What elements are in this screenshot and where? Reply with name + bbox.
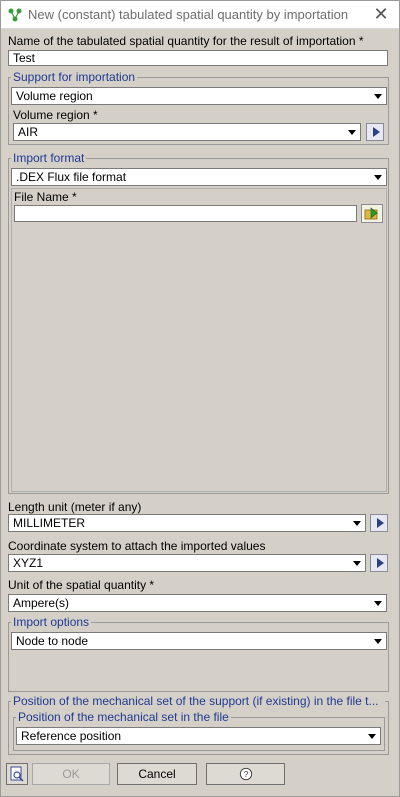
length-unit-edit-button[interactable]	[370, 514, 388, 532]
help-button[interactable]: ?	[206, 763, 285, 785]
play-arrow-icon	[377, 558, 384, 568]
chevron-down-icon	[374, 94, 382, 99]
file-name-label: File Name *	[14, 190, 77, 204]
length-unit-label: Length unit (meter if any)	[8, 500, 142, 514]
chevron-down-icon	[374, 601, 382, 606]
preview-button[interactable]	[6, 763, 28, 785]
browse-file-button[interactable]	[361, 204, 383, 223]
chevron-down-icon	[374, 639, 382, 644]
play-arrow-icon	[377, 518, 384, 528]
mechanical-position-title: Position of the mechanical set of the su…	[11, 694, 385, 708]
chevron-down-icon	[353, 561, 361, 566]
volume-region-value: AIR	[18, 125, 39, 139]
open-file-icon	[364, 207, 378, 220]
ok-button[interactable]: OK	[32, 763, 110, 785]
mechanical-position-value: Reference position	[21, 729, 122, 743]
name-label: Name of the tabulated spatial quantity f…	[8, 34, 364, 48]
spatial-unit-value: Ampere(s)	[13, 596, 70, 610]
play-arrow-icon	[373, 127, 380, 137]
close-icon[interactable]: ✕	[371, 4, 391, 24]
help-icon: ?	[239, 767, 252, 781]
import-dialog: New (constant) tabulated spatial quantit…	[0, 0, 400, 797]
svg-text:?: ?	[243, 770, 248, 779]
chevron-down-icon	[368, 734, 376, 739]
coordinate-system-select[interactable]: XYZ1	[8, 554, 366, 572]
chevron-down-icon	[374, 175, 382, 180]
import-options-select[interactable]: Node to node	[11, 632, 387, 650]
import-format-value: .DEX Flux file format	[16, 170, 127, 184]
cancel-button[interactable]: Cancel	[117, 763, 197, 785]
title-bar: New (constant) tabulated spatial quantit…	[1, 1, 399, 29]
coordinate-system-edit-button[interactable]	[370, 554, 388, 572]
file-name-panel	[11, 188, 387, 492]
spatial-unit-select[interactable]: Ampere(s)	[8, 594, 387, 612]
coordinate-system-value: XYZ1	[13, 556, 44, 570]
window-title: New (constant) tabulated spatial quantit…	[28, 7, 349, 22]
chevron-down-icon	[348, 130, 356, 135]
length-unit-select[interactable]: MILLIMETER	[8, 514, 366, 532]
name-input[interactable]: Test	[8, 50, 388, 66]
support-type-value: Volume region	[16, 89, 93, 103]
length-unit-value: MILLIMETER	[13, 516, 86, 530]
volume-region-label: Volume region *	[13, 108, 98, 122]
preview-icon	[10, 766, 24, 782]
import-format-title: Import format	[11, 151, 87, 165]
mechanical-position-select[interactable]: Reference position	[16, 727, 381, 745]
volume-region-edit-button[interactable]	[366, 123, 384, 141]
support-group-title: Support for importation	[11, 70, 138, 84]
network-nodes-icon	[8, 8, 22, 22]
volume-region-select[interactable]: AIR	[13, 123, 361, 141]
import-format-select[interactable]: .DEX Flux file format	[11, 168, 387, 186]
mechanical-set-title: Position of the mechanical set in the fi…	[16, 710, 231, 724]
import-options-title: Import options	[11, 615, 92, 629]
spatial-unit-label: Unit of the spatial quantity *	[8, 578, 155, 592]
import-options-value: Node to node	[16, 634, 89, 648]
file-name-input[interactable]	[14, 205, 357, 222]
support-type-select[interactable]: Volume region	[11, 87, 387, 105]
coordinate-system-label: Coordinate system to attach the imported…	[8, 539, 266, 553]
chevron-down-icon	[353, 521, 361, 526]
